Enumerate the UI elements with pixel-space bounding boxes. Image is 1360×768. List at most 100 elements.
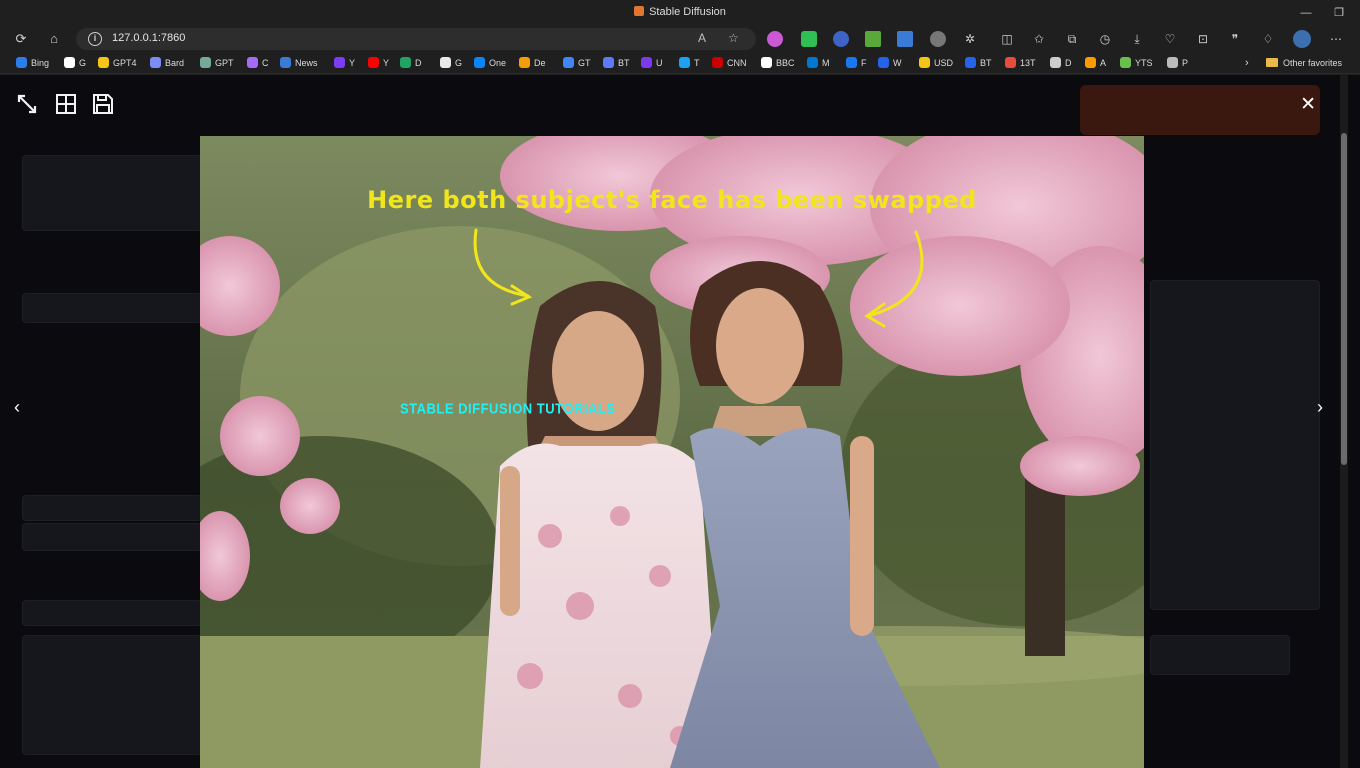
bookmark-item[interactable]: F (846, 56, 867, 70)
bookmark-item[interactable]: Y (334, 56, 355, 70)
bookmark-item[interactable]: BBC (761, 56, 795, 70)
bookmark-label[interactable]: P (1182, 58, 1188, 68)
bookmark-label[interactable]: CNN (727, 58, 747, 68)
split-screen-icon[interactable]: ◫ (999, 31, 1015, 47)
bookmark-item[interactable]: One (474, 56, 506, 70)
bookmark-item[interactable]: BT (603, 56, 630, 70)
bookmark-item[interactable]: D (400, 56, 422, 70)
grid-icon[interactable] (55, 93, 79, 117)
extension-icon[interactable] (767, 31, 783, 47)
bookmark-label[interactable]: GPT (215, 58, 234, 68)
screenshot-icon[interactable]: ⊡ (1195, 31, 1211, 47)
bookmark-item[interactable]: GT (563, 56, 591, 70)
bookmark-label[interactable]: M (822, 58, 830, 68)
pen-extension-icon[interactable] (897, 31, 913, 47)
minimize-icon[interactable]: — (1297, 4, 1315, 22)
bookmark-label[interactable]: D (415, 58, 422, 68)
bookmark-label[interactable]: USD (934, 58, 953, 68)
bookmark-item[interactable]: A (1085, 56, 1106, 70)
bookmark-item[interactable]: GPT4 (98, 56, 137, 70)
quote-icon[interactable]: ❞ (1227, 31, 1243, 47)
bookmark-item[interactable]: Bard (150, 56, 184, 70)
restore-icon[interactable]: ❐ (1330, 4, 1348, 22)
performance-icon[interactable]: ♡ (1162, 31, 1178, 47)
bookmark-favicon-icon (878, 57, 889, 68)
bookmark-item[interactable]: G (64, 56, 86, 70)
bookmark-item[interactable]: YTS (1120, 56, 1153, 70)
bookmark-label[interactable]: One (489, 58, 506, 68)
bookmark-label[interactable]: C (262, 58, 269, 68)
previous-image-button[interactable]: ‹ (14, 397, 20, 418)
bookmark-label[interactable]: GT (578, 58, 591, 68)
download-extension-icon[interactable] (865, 31, 881, 47)
bookmark-item[interactable]: U (641, 56, 663, 70)
bookmark-favicon-icon (150, 57, 161, 68)
bookmark-label[interactable]: BT (618, 58, 630, 68)
bookmark-item[interactable]: GPT (200, 56, 234, 70)
bookmark-item[interactable]: 13T (1005, 56, 1036, 70)
profile-avatar[interactable] (1293, 30, 1311, 48)
bookmark-label[interactable]: Y (383, 58, 389, 68)
refresh-icon[interactable]: ⟳ (12, 30, 30, 48)
read-aloud-icon[interactable]: A (698, 31, 706, 45)
bookmark-label[interactable]: A (1100, 58, 1106, 68)
bookmark-label[interactable]: D (1065, 58, 1072, 68)
extension-icon[interactable] (833, 31, 849, 47)
bookmark-label[interactable]: Bard (165, 58, 184, 68)
window-title: Stable Diffusion (0, 6, 1360, 18)
bookmark-item[interactable]: De (519, 56, 546, 70)
browser-essentials-icon[interactable]: ♢ (1260, 31, 1276, 47)
folder-icon (1266, 58, 1278, 67)
generated-image[interactable]: Here both subject's face has been swappe… (200, 136, 1144, 768)
bookmark-item[interactable]: CNN (712, 56, 747, 70)
more-menu-icon[interactable]: ⋯ (1328, 31, 1344, 47)
bookmark-item[interactable]: Y (368, 56, 389, 70)
extension-icon[interactable] (930, 31, 946, 47)
other-favorites-label[interactable]: Other favorites (1283, 58, 1342, 68)
fullscreen-icon[interactable] (16, 93, 40, 117)
bookmark-label[interactable]: Bing (31, 58, 49, 68)
bookmark-item[interactable]: Bing (16, 56, 49, 70)
bookmark-label[interactable]: 13T (1020, 58, 1036, 68)
bookmark-item[interactable]: M (807, 56, 830, 70)
bookmark-label[interactable]: News (295, 58, 318, 68)
home-icon[interactable]: ⌂ (45, 30, 63, 48)
other-favorites-folder[interactable]: Other favorites (1266, 56, 1342, 70)
favorites-icon[interactable]: ✩ (1031, 31, 1047, 47)
next-image-button[interactable]: › (1317, 397, 1323, 418)
close-button[interactable]: ✕ (1300, 93, 1316, 116)
page-scrollbar-thumb[interactable] (1341, 133, 1347, 465)
bookmark-item[interactable]: T (679, 56, 700, 70)
bookmark-label[interactable]: W (893, 58, 902, 68)
site-info-icon[interactable]: i (88, 32, 102, 46)
bookmark-label[interactable]: G (79, 58, 86, 68)
bookmark-item[interactable]: BT (965, 56, 992, 70)
bookmark-item[interactable]: USD (919, 56, 953, 70)
bookmark-item[interactable]: W (878, 56, 902, 70)
extensions-puzzle-icon[interactable]: ✲ (962, 31, 978, 47)
bookmark-label[interactable]: YTS (1135, 58, 1153, 68)
favorite-star-icon[interactable]: ☆ (728, 31, 739, 45)
bookmark-label[interactable]: G (455, 58, 462, 68)
bookmarks-overflow-chevron-icon[interactable]: › (1245, 56, 1249, 70)
bookmark-label[interactable]: GPT4 (113, 58, 137, 68)
address-bar[interactable]: i 127.0.0.1:7860 A ☆ (76, 28, 756, 50)
bookmark-label[interactable]: T (694, 58, 700, 68)
shield-extension-icon[interactable] (801, 31, 817, 47)
bookmark-label[interactable]: De (534, 58, 546, 68)
downloads-icon[interactable]: ⤓ (1129, 31, 1145, 47)
collections-icon[interactable]: ⧉ (1064, 31, 1080, 47)
bookmark-item[interactable]: P (1167, 56, 1188, 70)
bookmark-label[interactable]: BBC (776, 58, 795, 68)
bookmark-label[interactable]: F (861, 58, 867, 68)
save-icon[interactable] (92, 93, 116, 117)
bookmark-label[interactable]: U (656, 58, 663, 68)
bookmark-label[interactable]: BT (980, 58, 992, 68)
bookmark-item[interactable]: News (280, 56, 318, 70)
bookmark-item[interactable]: G (440, 56, 462, 70)
bookmark-item[interactable]: C (247, 56, 269, 70)
bookmark-label[interactable]: Y (349, 58, 355, 68)
bookmark-item[interactable]: D (1050, 56, 1072, 70)
url-text[interactable]: 127.0.0.1:7860 (112, 32, 185, 44)
history-icon[interactable]: ◷ (1097, 31, 1113, 47)
